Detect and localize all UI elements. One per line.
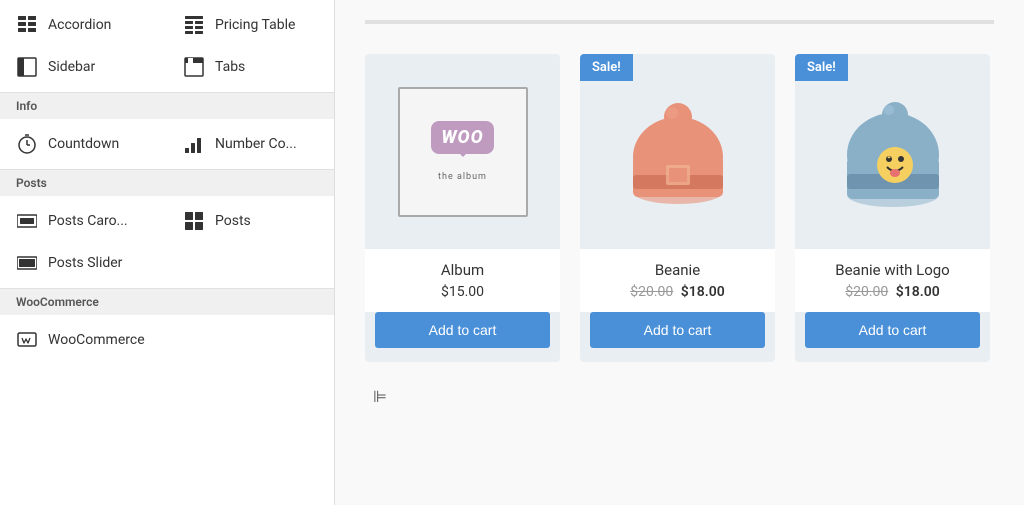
sidebar-item-posts-slider-label: Posts Slider: [48, 255, 122, 271]
product-card-beanie: Sale! Beanie: [580, 54, 775, 362]
sidebar-item-posts-label: Posts: [215, 213, 251, 229]
album-text: WOO: [441, 127, 483, 148]
add-to-cart-beanie[interactable]: Add to cart: [590, 312, 765, 348]
section-header-woocommerce: WooCommerce: [0, 288, 334, 315]
product-name-album: Album: [375, 261, 550, 279]
product-price-beanie-logo: $20.00 $18.00: [805, 284, 980, 300]
sidebar-item-countdown-label: Countdown: [48, 136, 119, 152]
product-image-beanie: Sale!: [580, 54, 775, 249]
album-speech-bubble: WOO: [431, 121, 493, 154]
sale-price-beanie: $18.00: [681, 284, 725, 300]
sidebar-item-woocommerce-label: WooCommerce: [48, 332, 145, 348]
top-divider: [365, 20, 994, 24]
sidebar-item-posts-carousel-label: Posts Caro...: [48, 213, 128, 229]
product-name-beanie: Beanie: [590, 261, 765, 279]
sidebar-item-tabs-label: Tabs: [215, 59, 245, 75]
product-info-beanie-logo: Beanie with Logo $20.00 $18.00: [795, 249, 990, 312]
sidebar-item-pricing-table-label: Pricing Table: [215, 17, 295, 33]
sidebar-item-accordion-label: Accordion: [48, 17, 111, 33]
original-price-beanie-logo: $20.00: [845, 284, 888, 300]
sidebar-item-sidebar-label: Sidebar: [48, 59, 95, 75]
original-price-beanie: $20.00: [630, 284, 673, 300]
product-price-album: $15.00: [375, 284, 550, 300]
sidebar-item-number-counter-label: Number Co...: [215, 136, 297, 152]
woocommerce-icon: [16, 329, 38, 351]
main-content: WOO the album Album $15.00 Add to cart S…: [335, 0, 1024, 505]
beanie-orange-illustration: [618, 87, 738, 217]
sale-price-beanie-logo: $18.00: [896, 284, 940, 300]
product-info-album: Album $15.00: [365, 249, 560, 312]
sale-badge-beanie: Sale!: [580, 54, 633, 81]
section-header-posts: Posts: [0, 169, 334, 196]
sidebar-section-woocommerce: WooCommerce: [0, 315, 334, 365]
add-to-cart-beanie-logo[interactable]: Add to cart: [805, 312, 980, 348]
sidebar-item-pricing-table[interactable]: Pricing Table: [167, 4, 334, 46]
sidebar-item-posts-slider[interactable]: Posts Slider: [0, 242, 167, 284]
countdown-icon: [16, 133, 38, 155]
sidebar-item-number-counter[interactable]: Number Co...: [167, 123, 334, 165]
sidebar-section-general: Accordion Pricing Table Sidebar Tabs: [0, 0, 334, 92]
product-image-beanie-logo: Sale!: [795, 54, 990, 249]
accordion-icon: [16, 14, 38, 36]
product-price-beanie: $20.00 $18.00: [590, 284, 765, 300]
posts-carousel-icon: [16, 210, 38, 232]
product-card-album: WOO the album Album $15.00 Add to cart: [365, 54, 560, 362]
sidebar-item-woocommerce[interactable]: WooCommerce: [0, 319, 334, 361]
beanie-blue-illustration: [833, 87, 953, 217]
pagination-first-button[interactable]: ⊫: [365, 382, 395, 412]
sidebar-section-info: Countdown Number Co...: [0, 119, 334, 169]
sale-badge-beanie-logo: Sale!: [795, 54, 848, 81]
sidebar-item-posts-carousel[interactable]: Posts Caro...: [0, 200, 167, 242]
posts-slider-icon: [16, 252, 38, 274]
sidebar-item-posts[interactable]: Posts: [167, 200, 334, 242]
sidebar-icon: [16, 56, 38, 78]
sidebar: Accordion Pricing Table Sidebar Tabs Inf…: [0, 0, 335, 505]
pagination-bar: ⊫: [365, 382, 994, 412]
product-card-beanie-logo: Sale!: [795, 54, 990, 362]
add-to-cart-album[interactable]: Add to cart: [375, 312, 550, 348]
number-counter-icon: [183, 133, 205, 155]
sidebar-item-accordion[interactable]: Accordion: [0, 4, 167, 46]
section-header-info: Info: [0, 92, 334, 119]
album-subtitle: the album: [438, 172, 487, 182]
product-image-album: WOO the album: [365, 54, 560, 249]
sidebar-item-tabs[interactable]: Tabs: [167, 46, 334, 88]
product-name-beanie-logo: Beanie with Logo: [805, 261, 980, 279]
posts-icon: [183, 210, 205, 232]
product-info-beanie: Beanie $20.00 $18.00: [580, 249, 775, 312]
sidebar-item-sidebar[interactable]: Sidebar: [0, 46, 167, 88]
sidebar-item-countdown[interactable]: Countdown: [0, 123, 167, 165]
products-grid: WOO the album Album $15.00 Add to cart S…: [365, 54, 994, 362]
album-artwork: WOO the album: [398, 87, 528, 217]
sidebar-section-posts: Posts Caro... Posts Posts Slider: [0, 196, 334, 288]
tabs-icon: [183, 56, 205, 78]
pricing-table-icon: [183, 14, 205, 36]
